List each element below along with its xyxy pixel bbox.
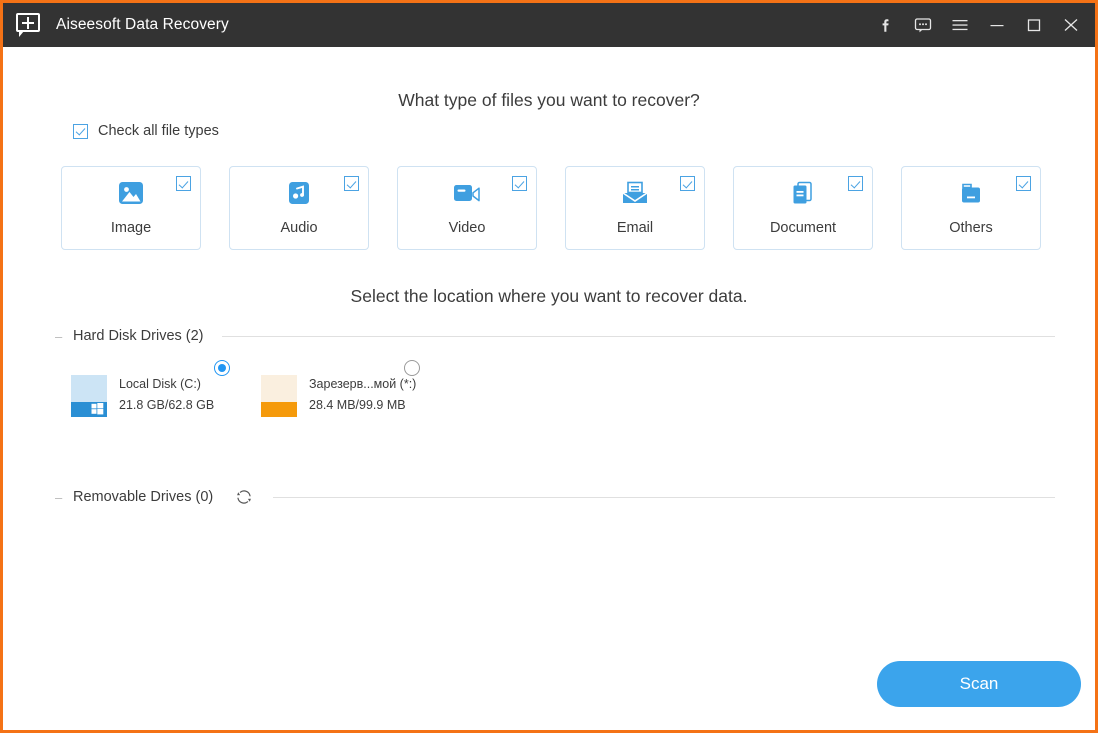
- hard-disk-drives-title: Hard Disk Drives (2): [73, 328, 204, 344]
- group-divider-hdd: [221, 335, 1055, 337]
- minimize-icon[interactable]: [978, 3, 1015, 47]
- filetype-label-audio: Audio: [280, 220, 318, 236]
- filetype-card-others[interactable]: Others: [901, 166, 1041, 250]
- drive-list: Local Disk (C:) 21.8 GB/62.8 GB Зарезерв…: [71, 357, 451, 417]
- drive-text-local-disk-c: Local Disk (C:) 21.8 GB/62.8 GB: [119, 377, 214, 412]
- drive-name-local-disk-c: Local Disk (C:): [119, 377, 201, 391]
- drive-radio-local-disk-c[interactable]: [214, 360, 230, 376]
- filetype-checkbox-audio[interactable]: [344, 176, 359, 191]
- filetype-card-email[interactable]: Email: [565, 166, 705, 250]
- reserved-drive-icon: [261, 375, 297, 417]
- filetypes-heading: What type of files you want to recover?: [398, 90, 700, 110]
- app-title: Aiseesoft Data Recovery: [56, 16, 229, 33]
- app-add-screen-icon: [16, 13, 42, 37]
- filetype-checkbox-document[interactable]: [848, 176, 863, 191]
- refresh-icon[interactable]: [233, 486, 255, 508]
- drive-text-reserved: Зарезерв...мой (*:) 28.4 MB/99.9 MB: [309, 377, 416, 412]
- app-window: Aiseesoft Data Recovery What type of fil…: [0, 0, 1098, 733]
- local-disk-drive-icon: [71, 375, 107, 417]
- filetype-label-others: Others: [949, 220, 993, 236]
- audio-icon: [282, 179, 316, 211]
- filetype-checkbox-video[interactable]: [512, 176, 527, 191]
- drive-item-local-disk-c[interactable]: Local Disk (C:) 21.8 GB/62.8 GB: [71, 357, 261, 417]
- window-controls: [867, 3, 1095, 47]
- image-icon: [114, 179, 148, 211]
- drive-item-reserved[interactable]: Зарезерв...мой (*:) 28.4 MB/99.9 MB: [261, 357, 451, 417]
- check-all-file-types-label: Check all file types: [98, 123, 219, 139]
- filetype-checkbox-others[interactable]: [1016, 176, 1031, 191]
- others-icon: [954, 179, 988, 211]
- filetype-card-audio[interactable]: Audio: [229, 166, 369, 250]
- filetype-label-video: Video: [448, 220, 486, 236]
- filetype-card-image[interactable]: Image: [61, 166, 201, 250]
- filetype-card-video[interactable]: Video: [397, 166, 537, 250]
- drive-radio-reserved[interactable]: [404, 360, 420, 376]
- feedback-chat-icon[interactable]: [904, 3, 941, 47]
- drive-name-reserved: Зарезерв...мой (*:): [309, 377, 417, 391]
- filetype-card-document[interactable]: Document: [733, 166, 873, 250]
- video-icon: [450, 179, 484, 211]
- group-collapse-dash-removable: –: [55, 489, 63, 505]
- check-all-file-types-checkbox[interactable]: [73, 123, 88, 139]
- group-collapse-dash-hdd: –: [55, 328, 63, 344]
- removable-drives-title: Removable Drives (0): [73, 489, 214, 505]
- group-divider-removable: [273, 496, 1055, 498]
- check-all-file-types-row[interactable]: Check all file types: [73, 123, 219, 139]
- filetype-label-document: Document: [769, 220, 837, 236]
- main-content: What type of files you want to recover? …: [3, 47, 1095, 730]
- filetype-label-image: Image: [110, 220, 152, 236]
- filetype-checkbox-image[interactable]: [176, 176, 191, 191]
- maximize-icon[interactable]: [1015, 3, 1052, 47]
- filetype-card-list: Image Audio Video Email Document Others: [61, 166, 1041, 250]
- close-icon[interactable]: [1052, 3, 1089, 47]
- title-bar: Aiseesoft Data Recovery: [3, 3, 1095, 47]
- menu-icon[interactable]: [941, 3, 978, 47]
- hard-disk-drives-group: – Hard Disk Drives (2): [55, 328, 1055, 344]
- filetype-label-email: Email: [616, 220, 654, 236]
- drive-size-reserved: 28.4 MB/99.9 MB: [309, 398, 406, 412]
- removable-drives-group: – Removable Drives (0): [55, 486, 1055, 508]
- facebook-icon[interactable]: [867, 3, 904, 47]
- filetype-checkbox-email[interactable]: [680, 176, 695, 191]
- location-heading: Select the location where you want to re…: [350, 286, 748, 306]
- scan-button[interactable]: Scan: [877, 661, 1081, 707]
- email-icon: [618, 179, 652, 211]
- drive-size-local-disk-c: 21.8 GB/62.8 GB: [119, 398, 215, 412]
- document-icon: [786, 179, 820, 211]
